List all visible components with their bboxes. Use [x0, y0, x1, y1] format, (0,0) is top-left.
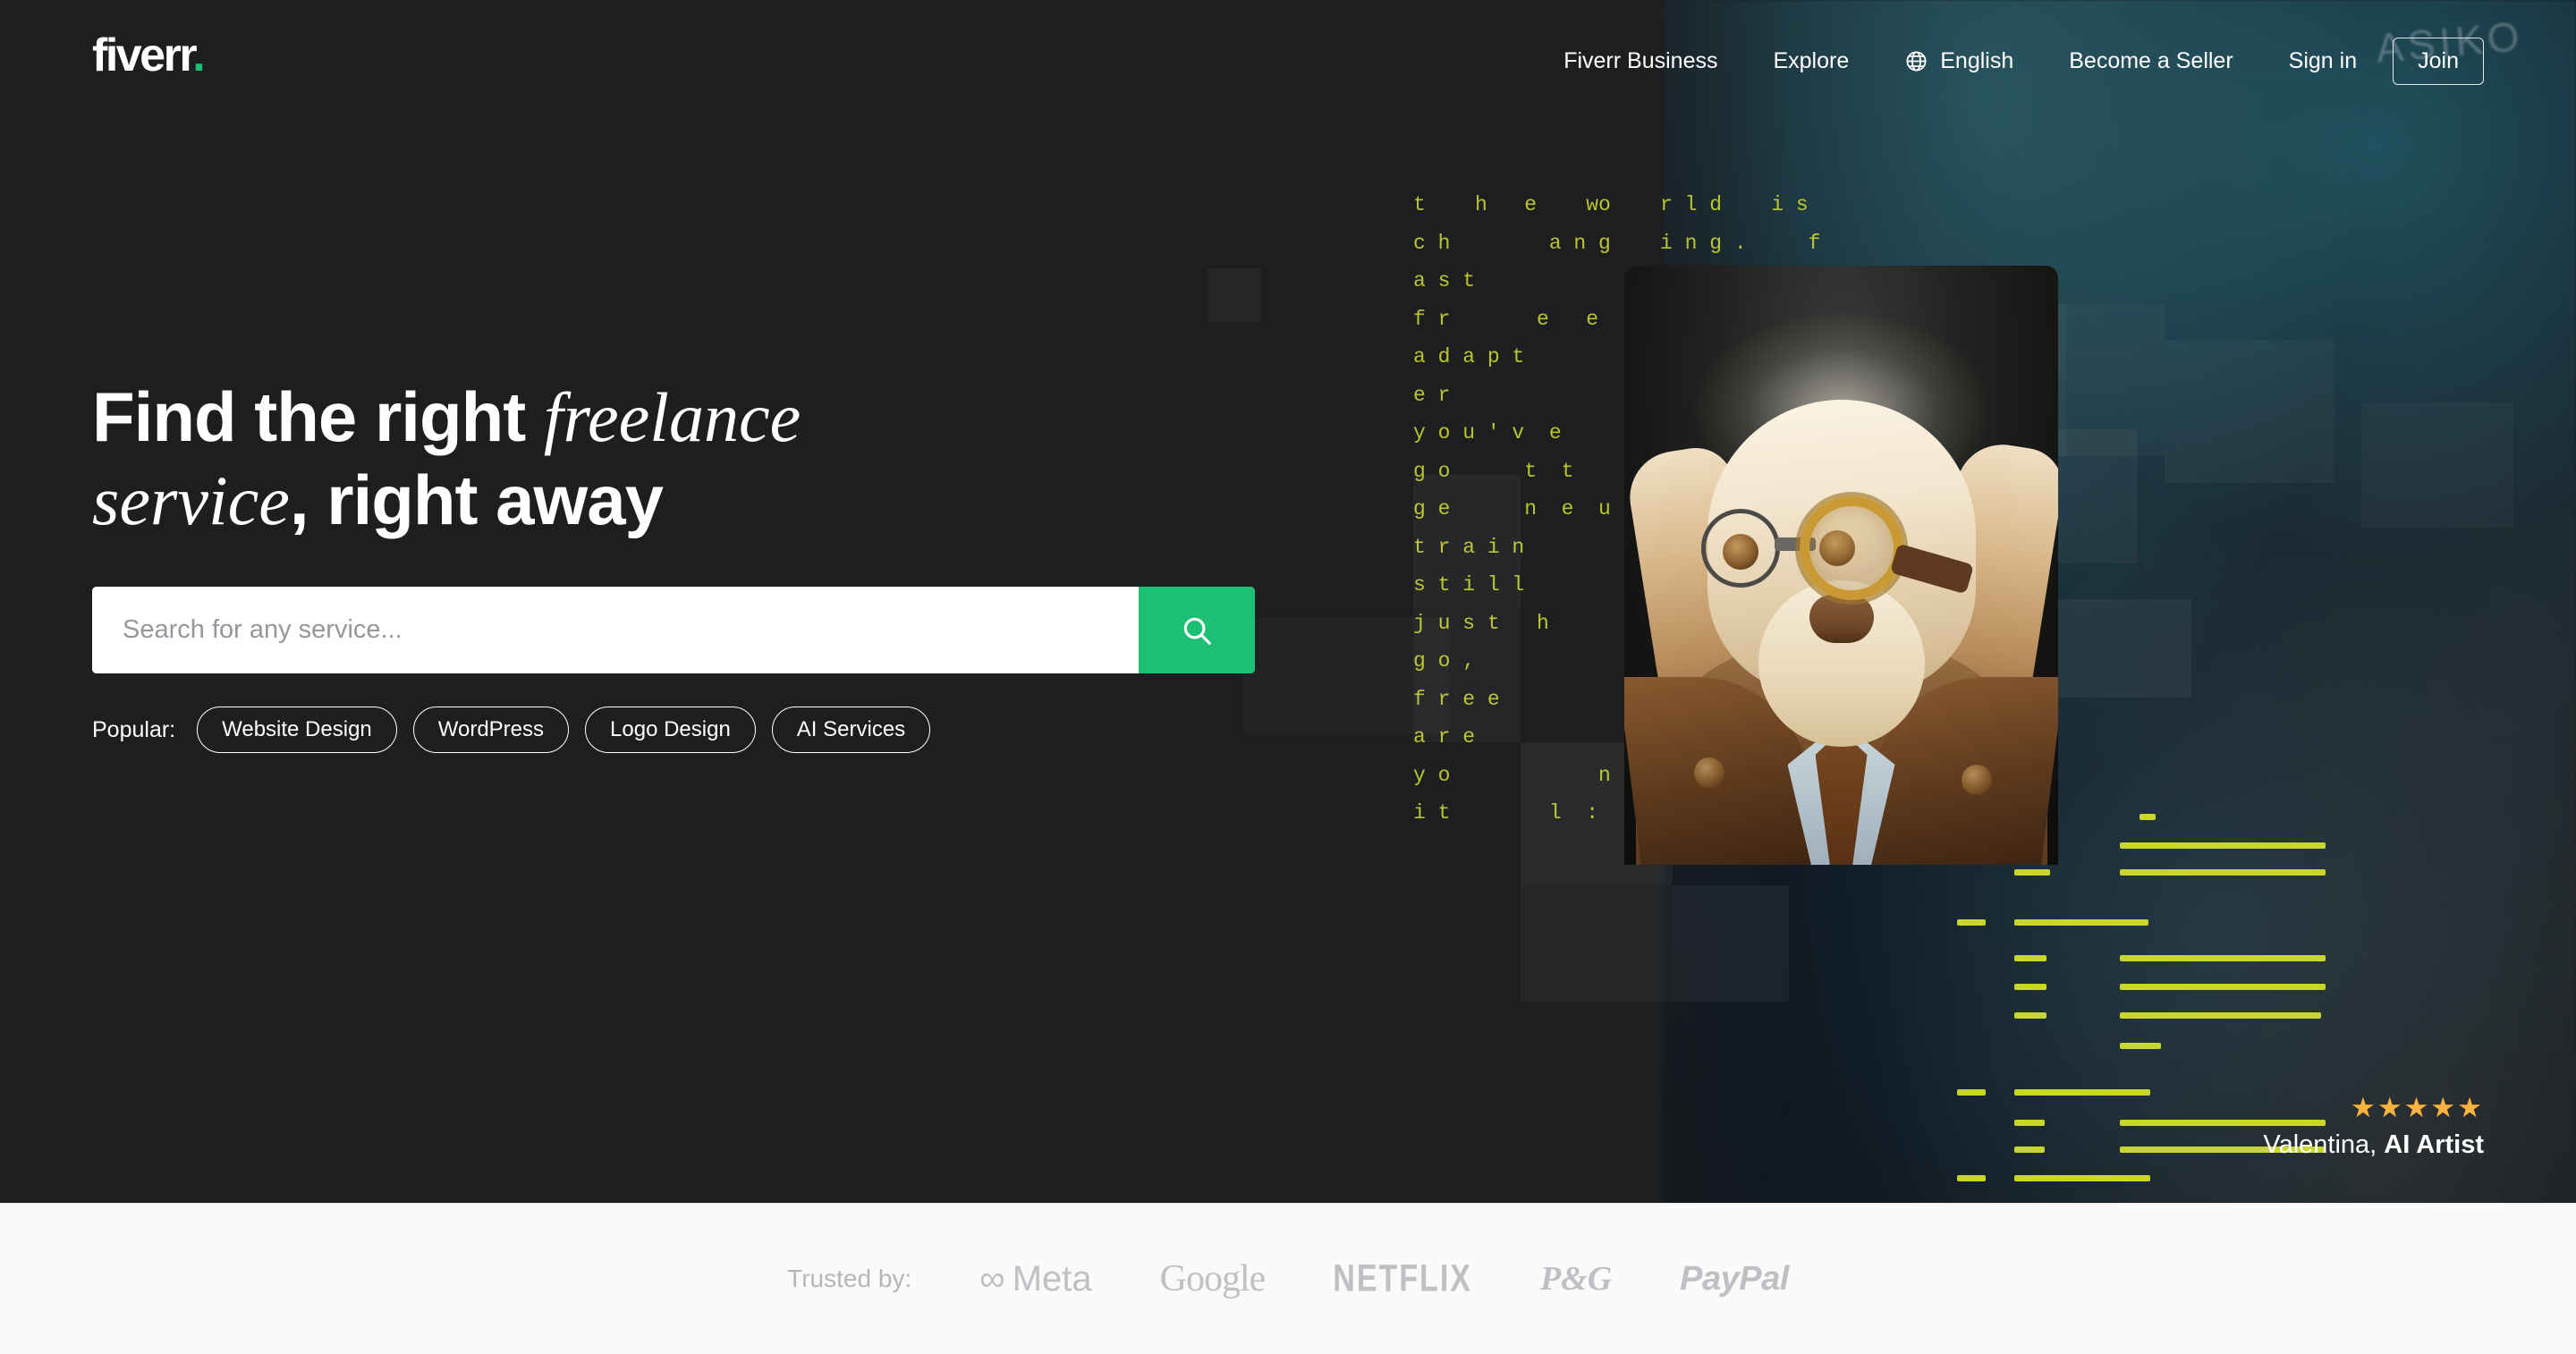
fiverr-homepage: ASIKO t h e wo r l d i s c h a n g i n g… — [0, 0, 2576, 1354]
brand-logo-google: Google — [1159, 1258, 1267, 1299]
site-header: fiverr. Fiverr Business Explore English … — [0, 0, 2576, 85]
popular-tag-ai-services[interactable]: AI Services — [771, 707, 931, 754]
trusted-by-bar: Trusted by: ∞ Meta Google NETFLIX P&G Pa… — [0, 1203, 2576, 1354]
meta-wordmark: Meta — [1012, 1258, 1092, 1299]
mosaic-block — [1521, 885, 1673, 1002]
code-line-graphics — [1957, 766, 2576, 1181]
nav-item-become-a-seller[interactable]: Become a Seller — [2069, 48, 2233, 74]
testimonial-block: ★★★★★ Valentina, AI Artist — [2263, 1094, 2484, 1160]
join-button[interactable]: Join — [2393, 38, 2484, 85]
ai-dog-portrait-image — [1624, 266, 2058, 865]
brand-logo-meta: ∞ Meta — [979, 1259, 1091, 1299]
trusted-by-label: Trusted by: — [787, 1265, 912, 1292]
globe-icon — [1906, 51, 1927, 72]
search-icon — [1183, 617, 1211, 645]
popular-tag-website-design[interactable]: Website Design — [197, 707, 397, 754]
testimonial-role: AI Artist — [2384, 1130, 2484, 1159]
mosaic-block — [1243, 617, 1449, 733]
mosaic-block — [1413, 474, 1521, 608]
testimonial-name: Valentina, AI Artist — [2263, 1130, 2484, 1160]
popular-label: Popular: — [92, 716, 176, 742]
brand-logo-paypal: PayPal — [1680, 1259, 1789, 1298]
mosaic-block — [2165, 340, 2334, 483]
mosaic-block — [1208, 268, 1261, 322]
meta-infinity-icon: ∞ — [979, 1258, 1005, 1299]
testimonial-person: Valentina, — [2263, 1130, 2377, 1159]
dog-coat-button — [1962, 765, 1992, 795]
search-button[interactable] — [1139, 587, 1255, 674]
page-title: Find the right freelance service, right a… — [92, 376, 1273, 542]
logo-wordmark: fiverr — [92, 30, 195, 81]
hero-section: ASIKO t h e wo r l d i s c h a n g i n g… — [0, 0, 2576, 1203]
rating-stars: ★★★★★ — [2351, 1092, 2484, 1123]
search-bar — [92, 587, 1255, 674]
sign-in-link[interactable]: Sign in — [2289, 48, 2357, 74]
headline-emphasis-1: freelance — [543, 378, 801, 456]
brand-logo-pg: P&G — [1539, 1260, 1613, 1298]
main-navigation: Fiverr Business Explore English Become a… — [1508, 38, 2484, 85]
language-selector[interactable]: English — [1904, 48, 2013, 74]
dog-monocle-icon — [1800, 496, 1903, 600]
popular-searches: Popular: Website Design WordPress Logo D… — [92, 707, 1273, 754]
headline-part-2: , right away — [289, 461, 664, 540]
dog-spectacle-lens — [1701, 509, 1780, 588]
nav-item-explore[interactable]: Explore — [1773, 48, 1849, 74]
hero-copy: Find the right freelance service, right a… — [92, 376, 1273, 754]
popular-tag-wordpress[interactable]: WordPress — [412, 707, 570, 754]
popular-tag-logo-design[interactable]: Logo Design — [585, 707, 756, 754]
headline-part-1: Find the right — [92, 377, 544, 456]
search-input[interactable] — [92, 587, 1139, 674]
logo-dot: . — [192, 30, 205, 81]
brand-logo-netflix: NETFLIX — [1333, 1257, 1472, 1300]
nav-item-fiverr-business[interactable]: Fiverr Business — [1563, 48, 1717, 74]
headline-emphasis-2: service — [92, 461, 290, 540]
fiverr-logo[interactable]: fiverr. — [92, 30, 206, 81]
mosaic-block — [2361, 402, 2513, 528]
dog-coat-button — [1694, 757, 1724, 788]
language-label: English — [1940, 48, 2014, 73]
mosaic-block — [1673, 885, 1789, 1002]
dog-nose — [1809, 595, 1874, 643]
